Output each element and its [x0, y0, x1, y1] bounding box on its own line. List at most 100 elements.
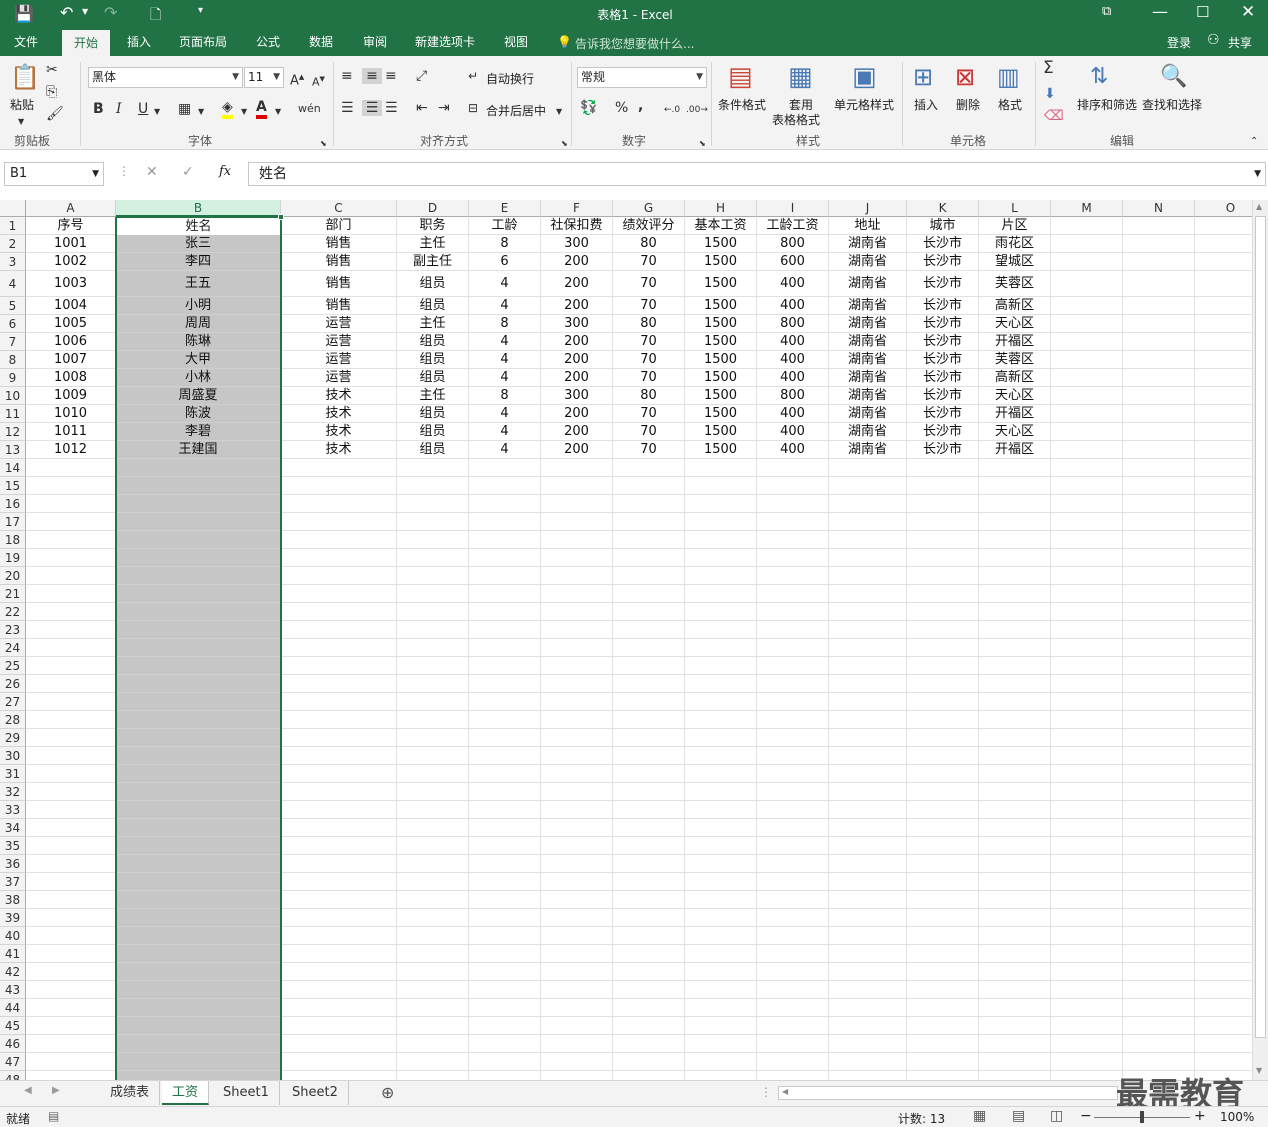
data-cell[interactable]: [541, 495, 613, 513]
data-cell[interactable]: [1195, 927, 1252, 945]
data-cell[interactable]: [829, 837, 907, 855]
data-cell[interactable]: [541, 855, 613, 873]
data-cell[interactable]: [541, 729, 613, 747]
data-cell[interactable]: [1051, 549, 1123, 567]
undo-dropdown-icon[interactable]: ▼: [82, 7, 88, 16]
data-cell[interactable]: [116, 819, 281, 837]
column-header-g[interactable]: G: [613, 200, 685, 217]
data-cell[interactable]: [397, 639, 469, 657]
comma-icon[interactable]: ,: [638, 98, 643, 114]
data-cell[interactable]: [757, 675, 829, 693]
data-cell[interactable]: [1051, 891, 1123, 909]
column-header-k[interactable]: K: [907, 200, 979, 217]
data-cell[interactable]: [1195, 423, 1252, 441]
data-cell[interactable]: 运营: [281, 351, 397, 369]
data-cell[interactable]: [541, 477, 613, 495]
data-cell[interactable]: [979, 477, 1051, 495]
data-cell[interactable]: [469, 729, 541, 747]
data-cell[interactable]: [1123, 1017, 1195, 1035]
data-cell[interactable]: 1500: [685, 405, 757, 423]
data-cell[interactable]: [1123, 351, 1195, 369]
fill-color-icon[interactable]: ◈: [222, 99, 233, 119]
data-cell[interactable]: [1195, 801, 1252, 819]
data-cell[interactable]: 湖南省: [829, 253, 907, 271]
worksheet-grid[interactable]: ABCDEFGHIJKLMNO 1序号姓名部门职务工龄社保扣费绩效评分基本工资工龄…: [0, 200, 1252, 1080]
data-cell[interactable]: [116, 945, 281, 963]
data-cell[interactable]: 200: [541, 423, 613, 441]
row-header[interactable]: 43: [0, 981, 26, 999]
data-cell[interactable]: [469, 747, 541, 765]
data-cell[interactable]: 大甲: [116, 351, 281, 369]
data-cell[interactable]: [281, 1017, 397, 1035]
data-cell[interactable]: [116, 621, 281, 639]
scroll-down-icon[interactable]: ▼: [1256, 1066, 1262, 1075]
data-cell[interactable]: [1123, 747, 1195, 765]
tab-file[interactable]: 文件: [6, 28, 46, 56]
data-cell[interactable]: 开福区: [979, 405, 1051, 423]
data-cell[interactable]: 1500: [685, 271, 757, 297]
data-cell[interactable]: 开福区: [979, 441, 1051, 459]
data-cell[interactable]: 运营: [281, 315, 397, 333]
data-cell[interactable]: [541, 999, 613, 1017]
data-cell[interactable]: 1500: [685, 315, 757, 333]
name-box[interactable]: B1 ▼: [4, 162, 104, 186]
data-cell[interactable]: [1123, 999, 1195, 1017]
column-header-a[interactable]: A: [26, 200, 116, 217]
data-cell[interactable]: [1051, 873, 1123, 891]
data-cell[interactable]: [26, 747, 116, 765]
italic-icon[interactable]: I: [116, 101, 122, 117]
data-cell[interactable]: [1123, 711, 1195, 729]
data-cell[interactable]: [116, 927, 281, 945]
column-header-f[interactable]: F: [541, 200, 613, 217]
row-header[interactable]: 1: [0, 217, 26, 235]
data-cell[interactable]: [1195, 441, 1252, 459]
data-cell[interactable]: 1005: [26, 315, 116, 333]
data-cell[interactable]: [397, 783, 469, 801]
orientation-icon[interactable]: ⤢: [416, 68, 427, 84]
data-cell[interactable]: [757, 999, 829, 1017]
data-cell[interactable]: [26, 1035, 116, 1053]
data-cell[interactable]: [281, 909, 397, 927]
data-cell[interactable]: [397, 1017, 469, 1035]
cancel-icon[interactable]: ✕: [146, 164, 158, 180]
wrap-text-button[interactable]: 自动换行: [486, 70, 534, 87]
data-cell[interactable]: [829, 477, 907, 495]
header-cell[interactable]: 社保扣费: [541, 217, 613, 235]
data-cell[interactable]: [469, 1053, 541, 1071]
font-size-combo[interactable]: 11 ▼: [244, 67, 284, 88]
data-cell[interactable]: [829, 459, 907, 477]
data-cell[interactable]: [1195, 729, 1252, 747]
data-cell[interactable]: 1500: [685, 351, 757, 369]
data-cell[interactable]: [907, 639, 979, 657]
data-cell[interactable]: [1051, 405, 1123, 423]
data-cell[interactable]: [281, 585, 397, 603]
header-cell[interactable]: 部门: [281, 217, 397, 235]
data-cell[interactable]: [26, 693, 116, 711]
data-cell[interactable]: [397, 549, 469, 567]
data-cell[interactable]: 王建国: [116, 441, 281, 459]
data-cell[interactable]: [397, 927, 469, 945]
data-cell[interactable]: [469, 459, 541, 477]
data-cell[interactable]: [907, 999, 979, 1017]
data-cell[interactable]: [397, 567, 469, 585]
data-cell[interactable]: 70: [613, 333, 685, 351]
data-cell[interactable]: [757, 801, 829, 819]
data-cell[interactable]: 300: [541, 315, 613, 333]
data-cell[interactable]: [1195, 1017, 1252, 1035]
data-cell[interactable]: [829, 603, 907, 621]
data-cell[interactable]: [1123, 235, 1195, 253]
data-cell[interactable]: 湖南省: [829, 333, 907, 351]
data-cell[interactable]: [26, 657, 116, 675]
data-cell[interactable]: [281, 783, 397, 801]
data-cell[interactable]: [1051, 1035, 1123, 1053]
data-cell[interactable]: [979, 459, 1051, 477]
data-cell[interactable]: [281, 657, 397, 675]
data-cell[interactable]: [1123, 441, 1195, 459]
data-cell[interactable]: [829, 747, 907, 765]
data-cell[interactable]: [757, 1071, 829, 1080]
next-sheet-icon[interactable]: ▶: [52, 1085, 60, 1096]
row-header[interactable]: 28: [0, 711, 26, 729]
data-cell[interactable]: 8: [469, 315, 541, 333]
data-cell[interactable]: [397, 495, 469, 513]
data-cell[interactable]: [26, 585, 116, 603]
